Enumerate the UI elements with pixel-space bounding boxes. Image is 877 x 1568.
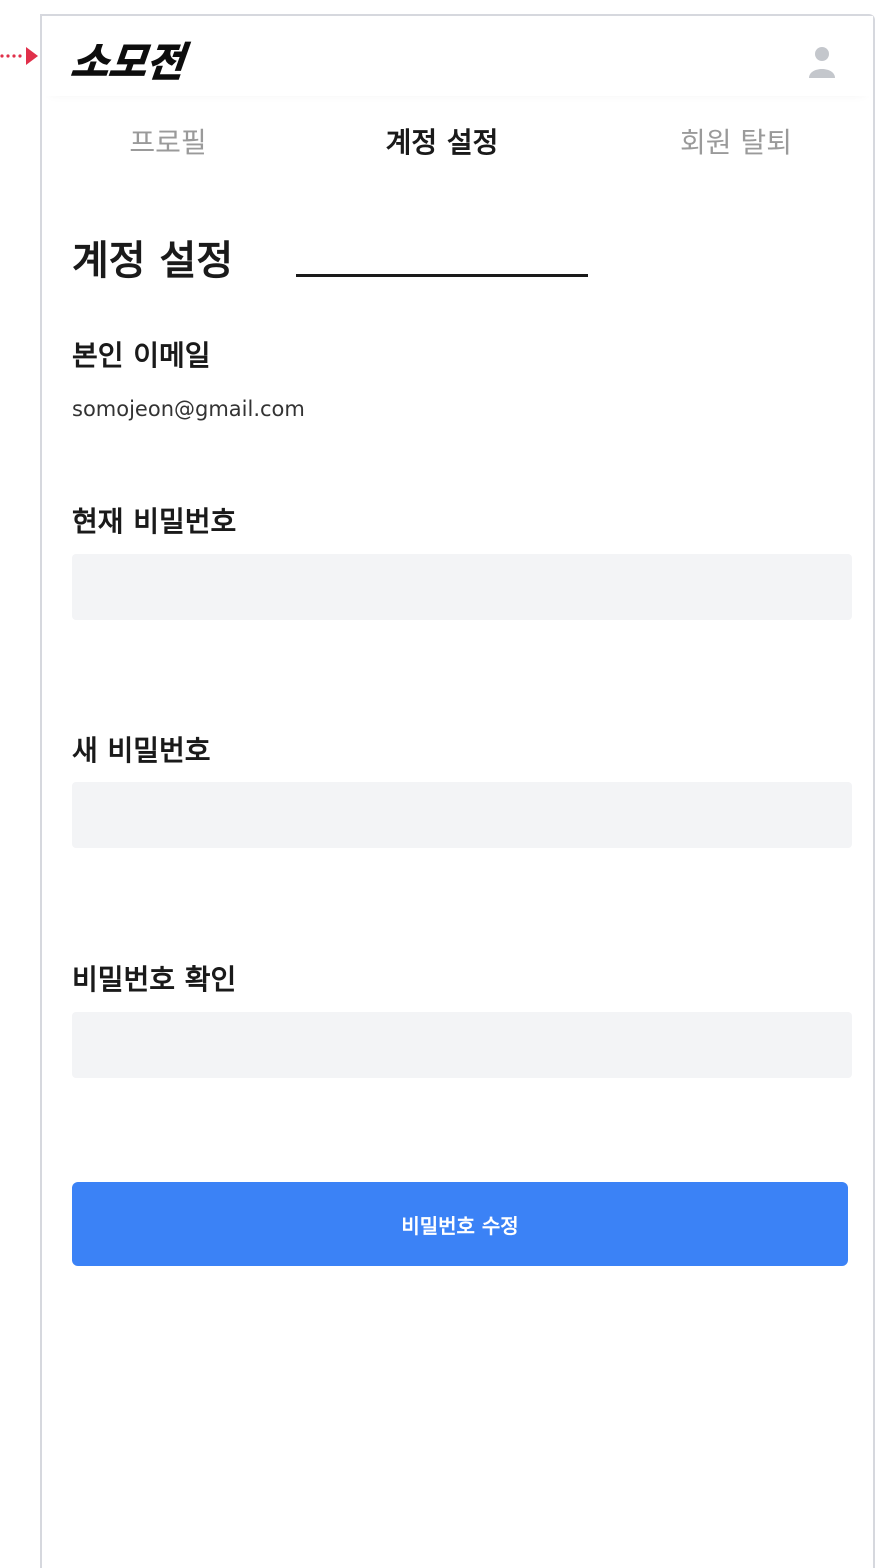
email-label: 본인 이메일 xyxy=(72,339,211,372)
confirm-password-label: 비밀번호 확인 xyxy=(72,963,237,996)
tab-withdraw[interactable]: 회원 탈퇴 xyxy=(590,108,877,192)
tab-profile[interactable]: 프로필 xyxy=(22,108,314,192)
change-password-button[interactable]: 비밀번호 수정 xyxy=(72,1182,848,1266)
confirm-password-input[interactable] xyxy=(72,1012,852,1078)
active-tab-indicator xyxy=(296,274,588,277)
current-password-input[interactable] xyxy=(72,554,852,620)
pointer-arrow-icon xyxy=(0,47,38,65)
new-password-label: 새 비밀번호 xyxy=(72,734,211,767)
tab-account-settings[interactable]: 계정 설정 xyxy=(296,108,588,192)
user-icon[interactable] xyxy=(807,42,837,82)
screen: 소모전 프로필 계정 설정 회원 탈퇴 계정 설정 본인 이메일 somojeo… xyxy=(0,0,877,1568)
app-header: 소모전 xyxy=(42,16,873,96)
app-logo[interactable]: 소모전 xyxy=(68,30,189,88)
new-password-input[interactable] xyxy=(72,782,852,848)
app-frame: 소모전 프로필 계정 설정 회원 탈퇴 계정 설정 본인 이메일 somojeo… xyxy=(40,14,875,1568)
account-tabs: 프로필 계정 설정 회원 탈퇴 xyxy=(42,108,873,277)
page-title: 계정 설정 xyxy=(72,238,234,284)
email-value: somojeon@gmail.com xyxy=(72,397,305,421)
current-password-label: 현재 비밀번호 xyxy=(72,505,237,538)
